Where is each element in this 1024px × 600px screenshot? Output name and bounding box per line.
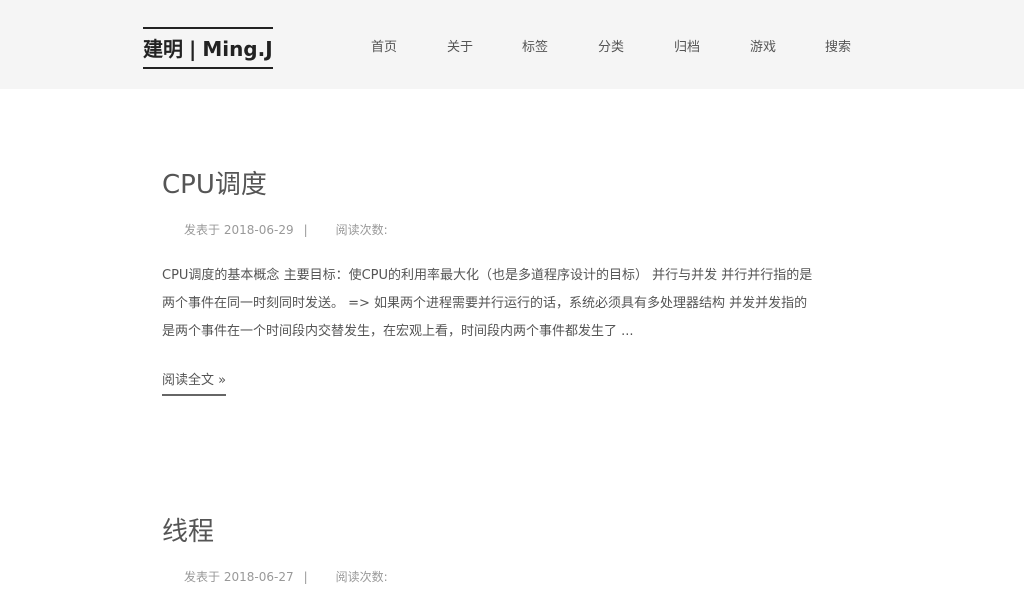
posted-label: 发表于 — [184, 223, 221, 237]
site-header: 建明 | Ming.J 首页 关于 标签 分类 归档 游戏 搜索 — [0, 0, 1024, 89]
nav-item-games[interactable]: 游戏 — [750, 37, 776, 59]
nav-item-categories[interactable]: 分类 — [598, 37, 624, 59]
post-date: 2018-06-29 — [223, 223, 294, 237]
post-excerpt: CPU调度的基本概念 主要目标：使CPU的利用率最大化（也是多道程序设计的目标）… — [162, 262, 864, 346]
post-entry: CPU调度 发表于 2018-06-29 | 阅读次数: CPU调度的基本概念 主要… — [162, 168, 864, 396]
post-date: 2018-06-27 — [223, 570, 294, 584]
nav-item-home[interactable]: 首页 — [371, 37, 397, 59]
read-more-link[interactable]: 阅读全文 » — [162, 370, 227, 396]
post-meta: 发表于 2018-06-29 | 阅读次数: — [184, 221, 388, 239]
views-label: 阅读次数: — [335, 570, 388, 584]
post-title-link[interactable]: 线程 — [162, 515, 864, 549]
posted-label: 发表于 — [184, 570, 221, 584]
meta-separator: | — [303, 570, 308, 584]
excerpt-line: CPU调度的基本概念 主要目标：使CPU的利用率最大化（也是多道程序设计的目标）… — [162, 268, 813, 283]
views-label: 阅读次数: — [335, 223, 388, 237]
nav-item-search[interactable]: 搜索 — [825, 37, 851, 59]
post-meta: 发表于 2018-06-27 | 阅读次数: — [184, 568, 388, 586]
main-nav: 首页 关于 标签 分类 归档 游戏 搜索 — [0, 37, 1024, 59]
nav-item-about[interactable]: 关于 — [447, 37, 473, 59]
post-title-link[interactable]: CPU调度 — [162, 168, 864, 202]
excerpt-line: 是两个事件在一个时间段内交替发生，在宏观上看，时间段内两个事件都发生了 ... — [162, 324, 634, 339]
nav-item-tags[interactable]: 标签 — [522, 37, 548, 59]
meta-separator: | — [303, 223, 308, 237]
nav-item-archives[interactable]: 归档 — [674, 37, 700, 59]
excerpt-line: 两个事件在同一时刻同时发送。 => 如果两个进程需要并行运行的话，系统必须具有多… — [162, 296, 808, 311]
post-entry: 线程 发表于 2018-06-27 | 阅读次数: — [162, 515, 864, 584]
